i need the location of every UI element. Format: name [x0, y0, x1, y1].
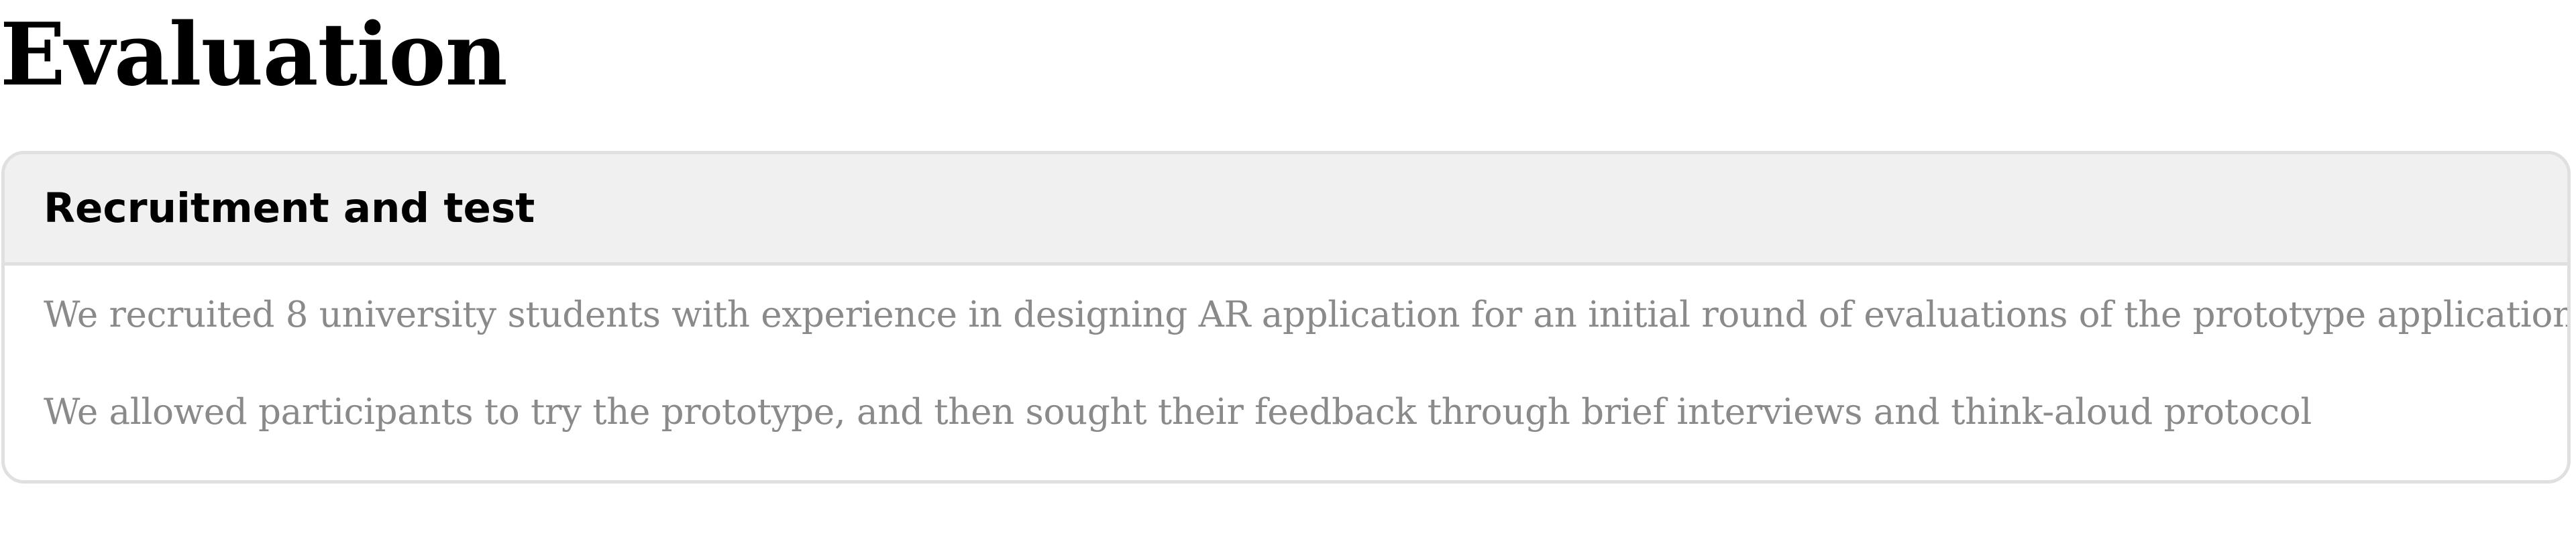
card-body: We recruited 8 university students with …	[5, 266, 2567, 434]
card-paragraph-feedback: We allowed participants to try the proto…	[44, 392, 2312, 433]
page-title: Evaluation	[0, 5, 508, 105]
card-header-title: Recruitment and test	[44, 184, 535, 232]
card-paragraph-recruitment: We recruited 8 university students with …	[44, 294, 2571, 335]
page: Evaluation Recruitment and test We recru…	[0, 0, 2576, 558]
evaluation-card: Recruitment and test We recruited 8 univ…	[1, 151, 2571, 484]
card-header: Recruitment and test	[5, 154, 2567, 266]
